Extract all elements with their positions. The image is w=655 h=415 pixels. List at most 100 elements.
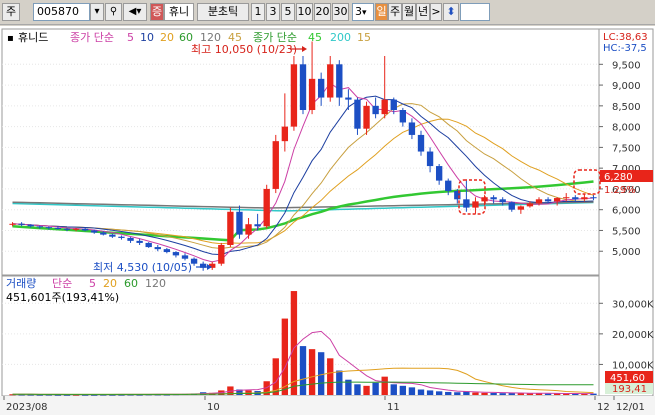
date-tick-label: 12 (597, 402, 610, 413)
updown-icon: ⬍ (446, 5, 456, 18)
volume-bar (526, 393, 534, 395)
legend-ma2-45: 45 (308, 31, 322, 44)
stock-code-input[interactable]: 005870 (33, 3, 90, 21)
period-5-label: 5 (284, 5, 292, 18)
period-1-button[interactable]: 1 (251, 3, 265, 21)
candle-body (172, 252, 180, 256)
legend-ma-title: 종가 단순 (70, 31, 114, 44)
candle-body (363, 105, 370, 129)
daily-label: 일 (376, 5, 387, 18)
candle-body (63, 228, 71, 230)
volume-bar (299, 346, 307, 395)
volume-bar (327, 358, 334, 395)
volume-tick-label: 10,000K (612, 360, 654, 371)
period-button[interactable]: 분초틱 (197, 3, 249, 21)
date-tick-label: 11 (387, 402, 400, 413)
candle-body (435, 166, 443, 181)
price-tick-label: 5,500 (612, 226, 641, 237)
extra-input[interactable] (460, 3, 490, 21)
candle-body (154, 247, 161, 250)
candle-body (9, 223, 16, 225)
candle-body (563, 197, 570, 199)
code-dropdown-icon[interactable]: ▾ (90, 3, 104, 21)
price-tick-label: 8,000 (612, 123, 641, 134)
weekly-label: 주 (389, 5, 401, 18)
stock-chart[interactable]: 9,5009,0008,5008,0007,5007,0006,5006,000… (0, 26, 655, 415)
period-3-button[interactable]: 3 (266, 3, 280, 21)
volume-bar (354, 384, 361, 395)
price-tick-label: 6,000 (612, 206, 641, 217)
monthly-button[interactable]: 월 (402, 3, 416, 21)
candle-body (72, 228, 80, 230)
candle-body (399, 110, 407, 123)
candle-body (145, 242, 152, 248)
volume-bar (336, 370, 343, 395)
candle-body (390, 99, 397, 110)
period-20-button[interactable]: 20 (314, 3, 331, 21)
candle-body (354, 99, 361, 129)
legend-ma5: 5 (127, 31, 134, 44)
legend-square-icon: ▪ (7, 33, 14, 44)
volume-bar (381, 376, 388, 395)
next-label: > (431, 5, 441, 18)
date-axis-pane (0, 396, 655, 415)
candle-body (18, 223, 25, 225)
candle-body (508, 202, 515, 210)
price-tick-label: 9,000 (612, 81, 641, 92)
candle-body (91, 230, 98, 233)
speaker-icon[interactable]: ◀▾ (123, 3, 147, 21)
volume-bar (481, 392, 488, 395)
candle-body (299, 64, 307, 110)
volume-bar (281, 318, 289, 395)
period-10-button[interactable]: 10 (296, 3, 313, 21)
candle-body (181, 255, 189, 259)
volume-bar (363, 385, 370, 395)
search-icon[interactable]: ⚲ (105, 3, 122, 21)
candle-body (372, 105, 379, 115)
volume-summary: 451,601주(193,41%) (6, 291, 119, 304)
legend-ma20: 20 (160, 31, 174, 44)
period-20-label: 20 (315, 5, 330, 18)
period-30-button[interactable]: 30 (332, 3, 349, 21)
stock-name-field[interactable]: 휴니 (164, 3, 194, 21)
candle-body (426, 151, 434, 167)
volume-bar (472, 392, 479, 395)
margin-badge: 증 (150, 3, 164, 21)
next-button[interactable]: > (430, 3, 442, 21)
candle-body (526, 203, 534, 207)
candle-body (590, 197, 597, 199)
current-price: 6,280 (604, 172, 633, 183)
stock-name-text: 휴니 (168, 5, 190, 18)
margin-badge-text: 증 (151, 5, 163, 18)
volume-bar (490, 393, 497, 395)
volume-bar (517, 393, 525, 395)
daily-button[interactable]: 일 (375, 3, 388, 21)
hc-label: HC:-37,5 (603, 43, 647, 54)
volume-tick-label: 30,000K (612, 299, 654, 310)
count-input[interactable]: 3▾ (352, 3, 374, 21)
weekly-button[interactable]: 주 (388, 3, 402, 21)
candle-body (290, 64, 298, 127)
volume-bar (499, 393, 506, 395)
candle-body (499, 199, 506, 203)
candle-body (417, 134, 425, 152)
updown-button[interactable]: ⬍ (443, 3, 459, 21)
candle-body (327, 64, 334, 98)
candle-body (345, 97, 352, 100)
period-5-button[interactable]: 5 (281, 3, 295, 21)
volume-bar (417, 389, 425, 395)
candle-body (218, 245, 225, 264)
legend-ma2-15: 15 (357, 31, 371, 44)
volume-bar (544, 393, 552, 395)
price-tick-label: 8,500 (612, 102, 641, 113)
candle-body (317, 78, 325, 98)
volume-ma-title: 단순 (52, 277, 72, 290)
market-select[interactable]: 주 (2, 3, 20, 21)
candle-body (127, 237, 134, 241)
volume-bar (435, 391, 443, 395)
toolbar: 주 005870 ▾ ⚲ ◀▾ 증 휴니 분초틱 1 3 5 10 20 30 … (0, 0, 655, 25)
candle-body (245, 224, 252, 235)
price-tick-label: 7,500 (612, 143, 641, 154)
monthly-label: 월 (403, 5, 415, 18)
yearly-button[interactable]: 년 (416, 3, 430, 21)
